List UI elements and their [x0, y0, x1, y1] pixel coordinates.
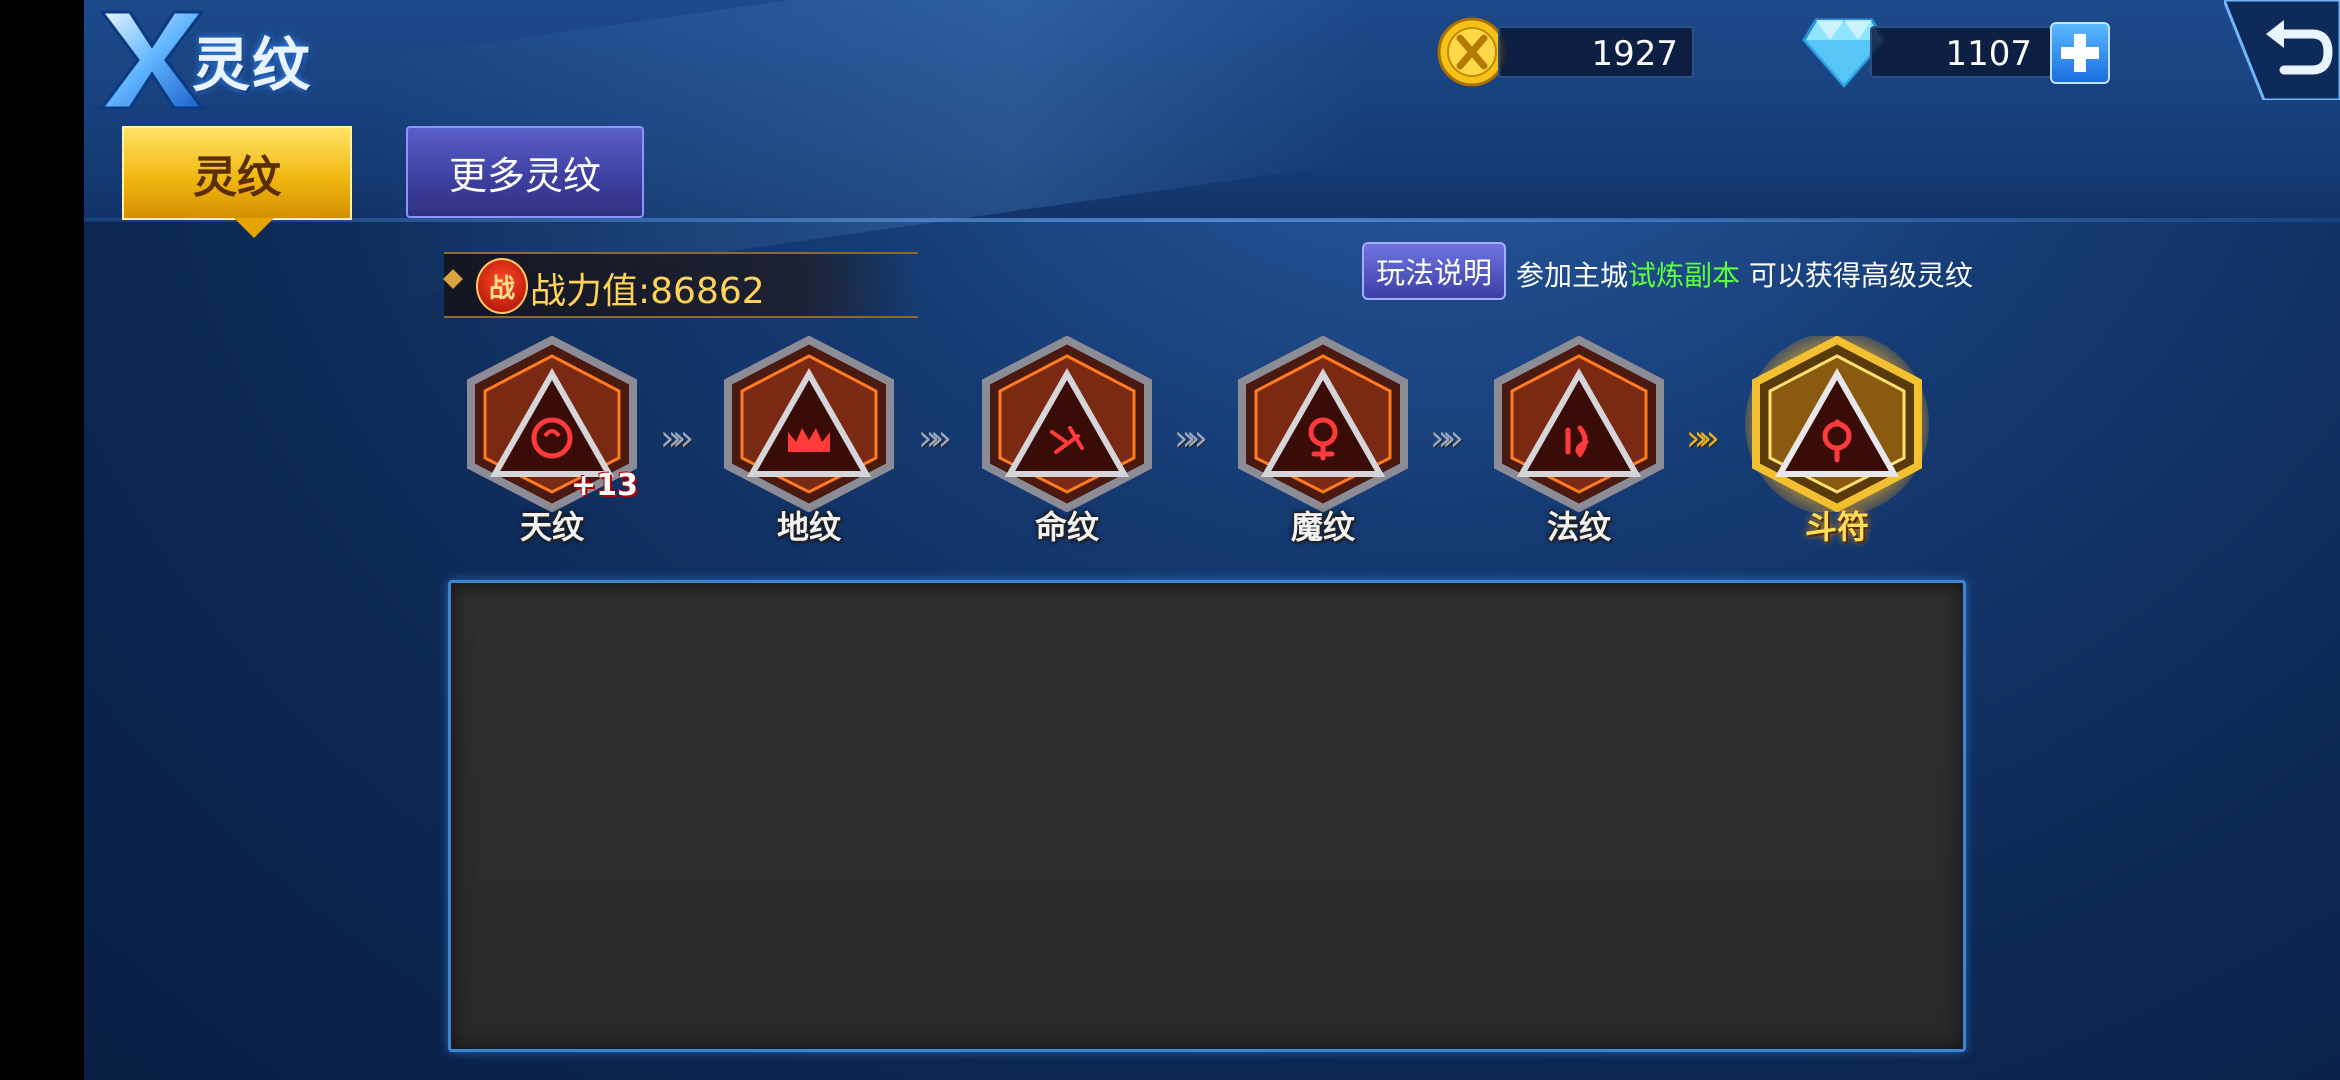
chevron-right-icon: »» [660, 418, 694, 459]
back-button[interactable] [2224, 0, 2340, 100]
chevron-right-icon: »» [1686, 418, 1720, 459]
hint-suffix: 可以获得高级灵纹 [1740, 259, 1973, 292]
header-divider [84, 218, 2340, 222]
rune-hint: 参加主城试炼副本 可以获得高级灵纹 [1516, 254, 1973, 294]
chevron-right-icon: »» [1174, 418, 1208, 459]
rune-level-badge: +13 [571, 468, 638, 503]
gold-counter: 1927 [1498, 26, 1694, 78]
fight-rune-icon [1745, 336, 1929, 512]
rune-name: 地纹 [776, 508, 841, 546]
trial-dungeon-link: 试炼副本 [1628, 259, 1741, 292]
diamond-counter: 1107 [1870, 26, 2052, 78]
rune-slot-mo[interactable]: 魔纹 [1230, 336, 1416, 546]
rules-button[interactable]: 玩法说明 [1362, 242, 1506, 300]
plus-icon [2061, 34, 2099, 72]
tab-more-runes[interactable]: 更多灵纹 [406, 126, 644, 218]
hint-prefix: 参加主城 [1516, 259, 1629, 292]
rune-name: 斗符 [1804, 508, 1869, 546]
rune-name: 法纹 [1546, 508, 1611, 546]
chevron-right-icon: »» [918, 418, 952, 459]
diamond-value: 1107 [1945, 34, 2032, 74]
active-tab-pointer [234, 218, 274, 238]
rune-slot-dou[interactable]: 斗符 [1744, 336, 1930, 546]
tab-rune[interactable]: 灵纹 [122, 126, 352, 220]
page-title: 灵纹 [192, 31, 313, 99]
power-value: 战力值:86862 [530, 271, 765, 312]
rune-name: 命纹 [1034, 508, 1099, 546]
rune-detail-panel [448, 580, 1966, 1052]
crown-rune-icon [724, 336, 894, 512]
magic-rune-icon [1494, 336, 1664, 512]
demon-rune-icon [1238, 336, 1408, 512]
add-diamond-button[interactable] [2050, 22, 2110, 84]
spirit-rune-icon [982, 336, 1152, 512]
rune-slot-tian[interactable]: +13 天纹 [459, 336, 645, 546]
gold-value: 1927 [1591, 34, 1678, 74]
rune-screen: 灵纹 1927 1107 灵纹 更多灵纹 战 战力值:86862 玩法说明 参加… [84, 0, 2340, 1080]
rune-name: 天纹 [519, 508, 584, 546]
rune-name: 魔纹 [1290, 508, 1355, 546]
rune-slot-ming[interactable]: 命纹 [974, 336, 1160, 546]
power-badge: 战 [476, 258, 528, 314]
rune-slot-di[interactable]: 地纹 [716, 336, 902, 546]
rune-slot-fa[interactable]: 法纹 [1486, 336, 1672, 546]
chevron-right-icon: »» [1430, 418, 1464, 459]
